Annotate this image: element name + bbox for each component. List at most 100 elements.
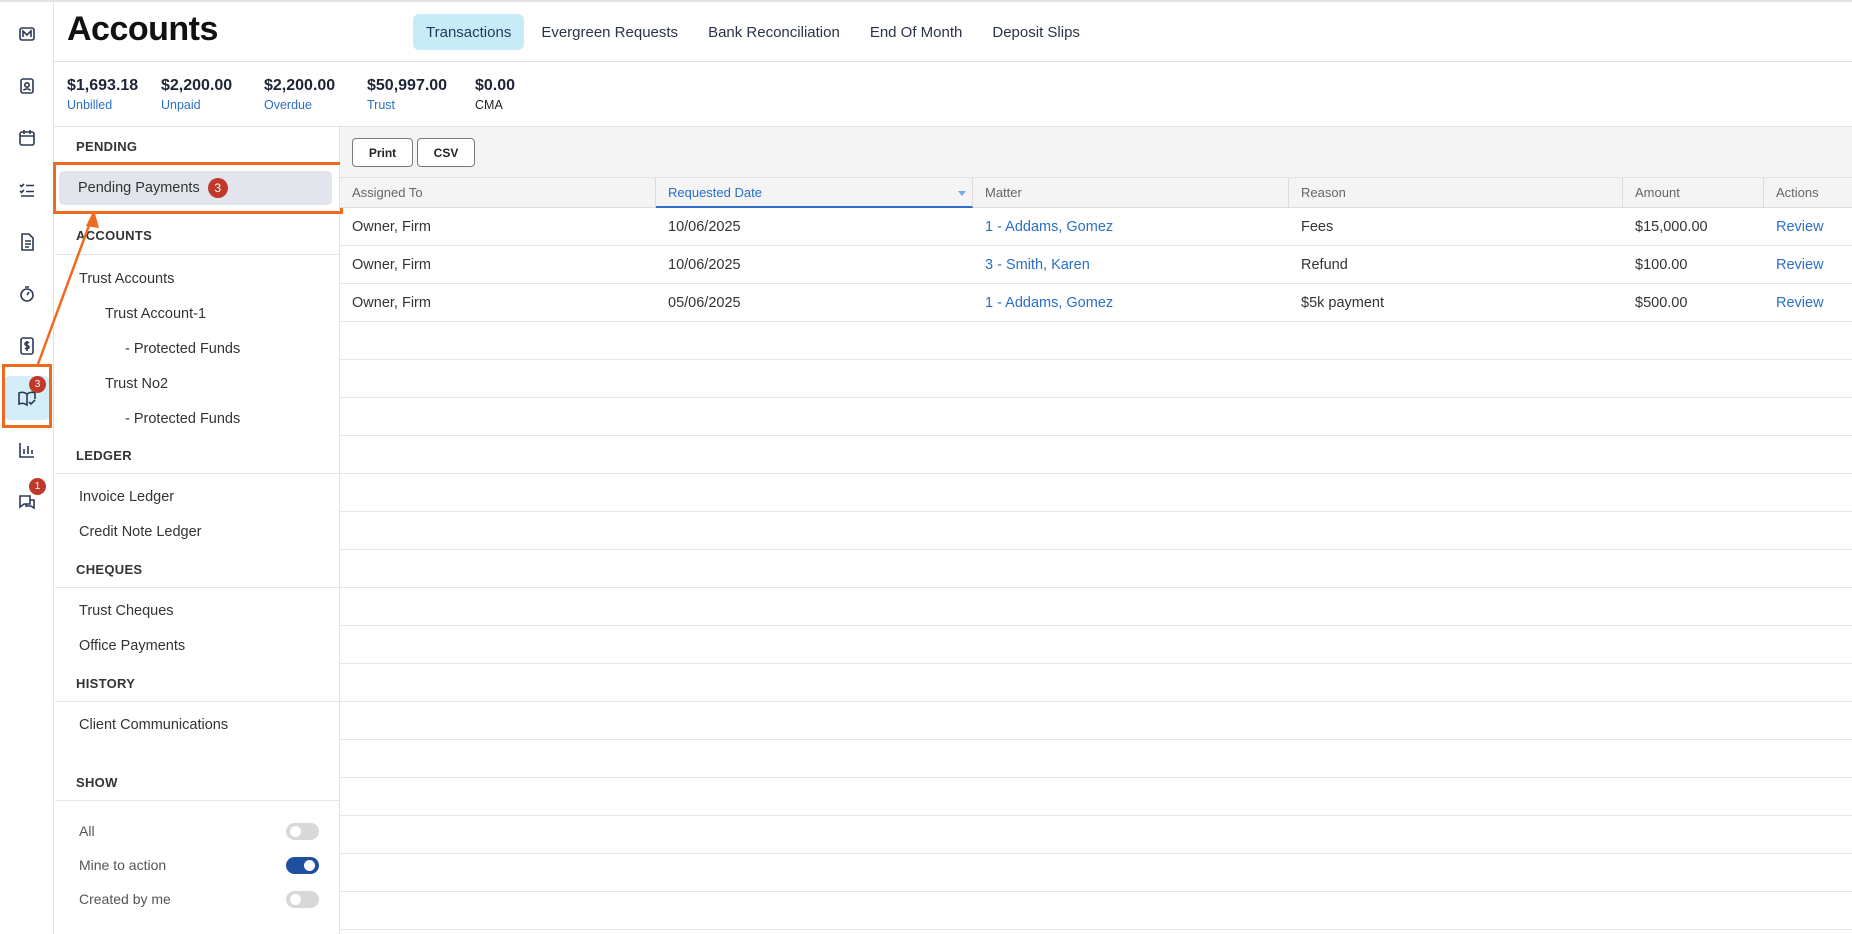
summary-trust[interactable]: $50,997.00 Trust [367, 77, 447, 112]
column-header-actions: Actions [1776, 185, 1819, 200]
summary-label[interactable]: Unbilled [67, 98, 138, 112]
sidebar-item-credit-note-ledger[interactable]: Credit Note Ledger [79, 524, 202, 540]
empty-row [340, 398, 1852, 436]
cell-requested-date: 10/06/2025 [668, 257, 741, 273]
summary-cma: $0.00 CMA [475, 77, 515, 112]
summary-value: $50,997.00 [367, 77, 448, 94]
sidebar-item-trust-cheques[interactable]: Trust Cheques [79, 603, 174, 619]
review-link[interactable]: Review [1764, 246, 1824, 284]
table-row: Owner, Firm 10/06/2025 1 - Addams, Gomez… [340, 208, 1852, 246]
sidebar-item-client-communications[interactable]: Client Communications [79, 717, 228, 733]
csv-button[interactable]: CSV [417, 138, 475, 167]
table-row: Owner, Firm 10/06/2025 3 - Smith, Karen … [340, 246, 1852, 284]
toggle-label: Mine to action [79, 857, 167, 873]
toggle-label: Created by me [79, 891, 171, 907]
summary-unbilled[interactable]: $1,693.18 Unbilled [67, 77, 138, 112]
sidebar-item-protected-funds-1[interactable]: - Protected Funds [125, 341, 240, 357]
tab-evergreen-requests[interactable]: Evergreen Requests [528, 14, 691, 50]
sidebar-item-office-payments[interactable]: Office Payments [79, 638, 185, 654]
summary-label: CMA [475, 98, 503, 112]
cell-amount: $100.00 [1635, 257, 1688, 273]
empty-row [340, 588, 1852, 626]
sort-desc-icon [958, 191, 966, 196]
section-heading-cheques: CHEQUES [76, 562, 143, 577]
contacts-icon[interactable] [4, 64, 50, 108]
calendar-icon[interactable] [4, 116, 50, 160]
column-header-reason[interactable]: Reason [1289, 178, 1623, 208]
cell-amount: $500.00 [1635, 295, 1688, 311]
divider [55, 254, 340, 255]
tab-deposit-slips[interactable]: Deposit Slips [979, 14, 1093, 50]
summary-label[interactable]: Overdue [264, 98, 335, 112]
timer-icon[interactable] [4, 272, 50, 316]
empty-row [340, 702, 1852, 740]
cell-assigned-to: Owner, Firm [352, 219, 431, 235]
column-header-label: Requested Date [668, 185, 762, 200]
divider [55, 800, 340, 801]
column-header-amount[interactable]: Amount [1623, 178, 1764, 208]
review-link[interactable]: Review [1764, 284, 1824, 322]
cell-requested-date: 10/06/2025 [668, 219, 741, 235]
cell-requested-date: 05/06/2025 [668, 295, 741, 311]
show-all-row: All [79, 821, 319, 841]
cell-assigned-to: Owner, Firm [352, 257, 431, 273]
highlight-box-accounts [2, 364, 52, 428]
column-header-matter[interactable]: Matter [973, 178, 1289, 208]
empty-row [340, 512, 1852, 550]
show-all-toggle[interactable] [286, 822, 319, 840]
sidebar-item-trust-no2[interactable]: Trust No2 [105, 376, 168, 392]
column-header-requested-date[interactable]: Requested Date [656, 178, 973, 208]
tab-end-of-month[interactable]: End Of Month [857, 14, 976, 50]
mine-to-action-toggle[interactable] [286, 856, 319, 874]
empty-row [340, 778, 1852, 816]
page-title: Accounts [67, 10, 218, 48]
reports-icon[interactable] [4, 428, 50, 472]
tab-bar: Transactions Evergreen Requests Bank Rec… [413, 14, 1093, 50]
empty-row [340, 550, 1852, 588]
toggle-label: All [79, 823, 95, 839]
table-header: Assigned To Requested Date Matter Reason… [340, 178, 1852, 208]
summary-value: $1,693.18 [67, 77, 139, 94]
section-heading-ledger: LEDGER [76, 448, 132, 463]
summary-unpaid[interactable]: $2,200.00 Unpaid [161, 77, 232, 112]
cell-reason: Fees [1301, 219, 1334, 235]
sidebar-item-invoice-ledger[interactable]: Invoice Ledger [79, 489, 174, 505]
section-heading-accounts: ACCOUNTS [76, 228, 153, 243]
tab-bank-reconciliation[interactable]: Bank Reconciliation [695, 14, 853, 50]
tasks-icon[interactable] [4, 168, 50, 212]
chat-icon[interactable]: 1 [4, 478, 50, 524]
chat-badge: 1 [29, 478, 46, 495]
billing-icon[interactable] [4, 324, 50, 368]
empty-row [340, 626, 1852, 664]
section-heading-show: SHOW [76, 775, 118, 790]
created-by-me-toggle[interactable] [286, 890, 319, 908]
icon-rail: 3 1 [0, 2, 54, 934]
review-link[interactable]: Review [1764, 208, 1824, 246]
cell-matter-link[interactable]: 1 - Addams, Gomez [973, 284, 1113, 322]
header-divider [54, 61, 1852, 62]
sidebar-item-trust-accounts[interactable]: Trust Accounts [79, 271, 174, 287]
summary-label[interactable]: Trust [367, 98, 447, 112]
sidebar-item-trust-account-1[interactable]: Trust Account-1 [105, 306, 206, 322]
empty-row [340, 740, 1852, 778]
summary-value: $0.00 [475, 77, 516, 94]
document-icon[interactable] [4, 220, 50, 264]
side-panel: PENDING Pending Payments 3 ACCOUNTS Trus… [55, 127, 340, 934]
cell-reason: Refund [1301, 257, 1348, 273]
column-header-assigned-to[interactable]: Assigned To [340, 178, 656, 208]
cell-matter-link[interactable]: 3 - Smith, Karen [973, 246, 1090, 284]
app-root: 3 1 Accounts Transactions Evergreen Requ… [0, 0, 1852, 934]
tab-transactions[interactable]: Transactions [413, 14, 525, 50]
highlight-box-pending-payments [53, 162, 343, 214]
main-content: Print CSV Assigned To Requested Date Mat… [340, 127, 1852, 934]
empty-row [340, 360, 1852, 398]
sidebar-item-protected-funds-2[interactable]: - Protected Funds [125, 411, 240, 427]
matter-logo-icon[interactable] [4, 12, 50, 56]
summary-value: $2,200.00 [161, 77, 233, 94]
summary-label[interactable]: Unpaid [161, 98, 232, 112]
empty-row [340, 322, 1852, 360]
print-button[interactable]: Print [352, 138, 413, 167]
cell-matter-link[interactable]: 1 - Addams, Gomez [973, 208, 1113, 246]
cell-reason: $5k payment [1301, 295, 1385, 311]
summary-overdue[interactable]: $2,200.00 Overdue [264, 77, 335, 112]
